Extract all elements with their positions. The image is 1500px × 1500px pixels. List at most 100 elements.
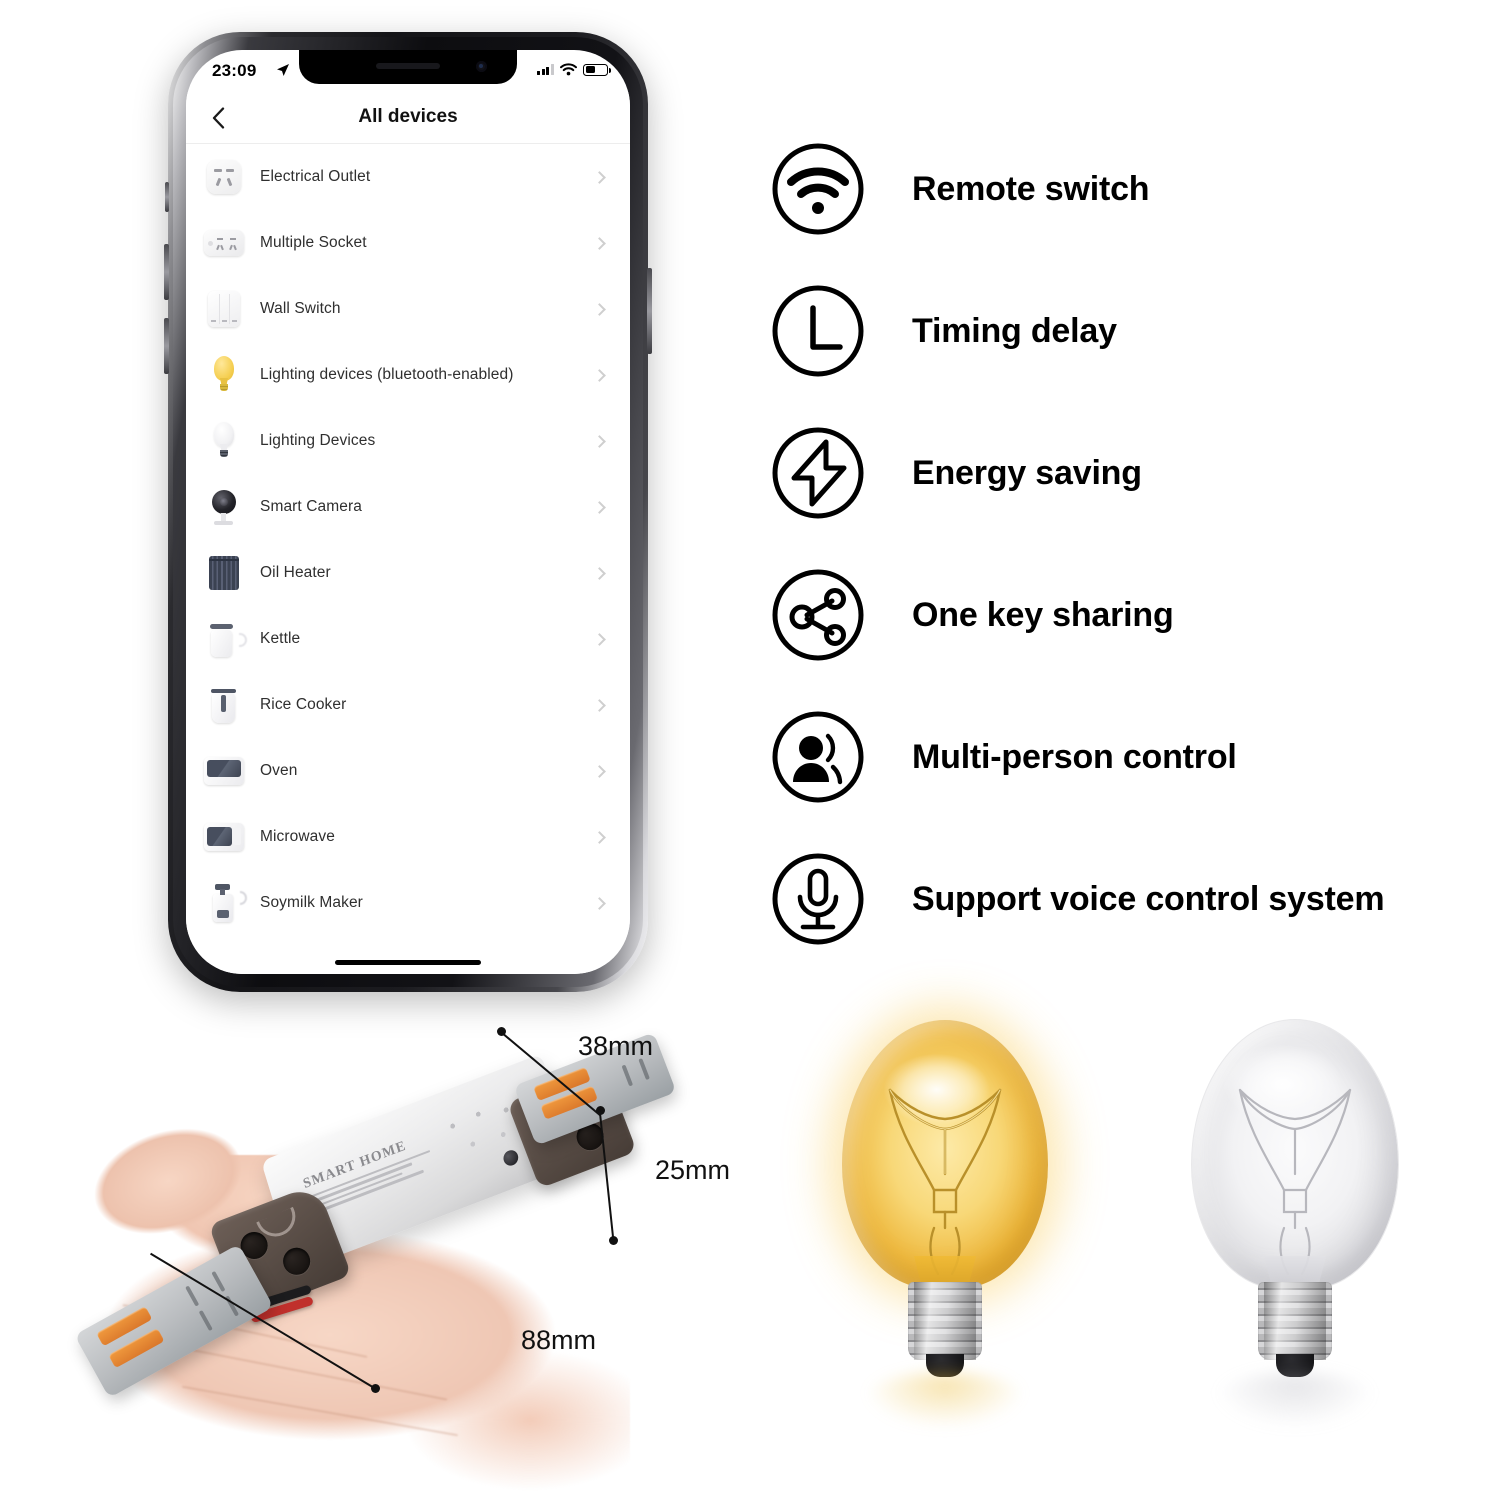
list-item-label: Soymilk Maker — [260, 894, 363, 911]
chevron-right-icon — [593, 236, 606, 250]
list-item[interactable]: Soymilk Maker — [186, 870, 630, 936]
list-item[interactable]: Oil Heater — [186, 540, 630, 606]
bulb-filament — [1192, 1082, 1398, 1282]
multi-person-icon — [770, 709, 866, 805]
list-item-label: Lighting devices (bluetooth-enabled) — [260, 366, 514, 383]
chevron-right-icon — [593, 434, 606, 448]
status-indicators — [536, 63, 611, 76]
bulb-reflection — [864, 1372, 1026, 1428]
chevron-right-icon — [593, 368, 606, 382]
dimension-label: 88mm — [521, 1325, 597, 1355]
feature-label: Timing delay — [912, 311, 1117, 350]
phone-screen: 23:09 All devices Electrical Outlet Mult… — [186, 50, 630, 974]
list-item-label: Microwave — [260, 828, 335, 845]
list-item-label: Smart Camera — [260, 498, 362, 515]
list-item-label: Lighting Devices — [260, 432, 376, 449]
list-item[interactable]: Rice Cooker — [186, 672, 630, 738]
feature-label: One key sharing — [912, 595, 1174, 634]
feature-list: Remote switch Timing delay Energy saving — [770, 118, 1470, 970]
rice-cooker-icon — [202, 683, 246, 727]
bulb-screw-base — [1258, 1282, 1332, 1360]
chevron-right-icon — [593, 302, 606, 316]
share-nodes-icon — [770, 567, 866, 663]
lightbulb-on — [830, 1020, 1060, 1428]
lightbulb-on-icon — [202, 353, 246, 397]
lightning-bolt-icon — [770, 425, 866, 521]
volume-down-button[interactable] — [164, 318, 169, 374]
chevron-right-icon — [593, 632, 606, 646]
list-item[interactable]: Microwave — [186, 804, 630, 870]
product-marketing-page: 23:09 All devices Electrical Outlet Mult… — [0, 0, 1500, 1500]
home-indicator[interactable] — [335, 960, 481, 965]
list-item-label: Wall Switch — [260, 300, 341, 317]
chevron-right-icon — [593, 896, 606, 910]
status-time: 23:09 — [212, 61, 257, 80]
list-item[interactable]: Wall Switch — [186, 276, 630, 342]
chevron-right-icon — [593, 500, 606, 514]
list-item[interactable]: Multiple Socket — [186, 210, 630, 276]
list-item-label: Electrical Outlet — [260, 168, 371, 185]
lightbulb-off — [1180, 1020, 1410, 1428]
feature-item: Multi-person control — [770, 686, 1470, 828]
list-item[interactable]: Smart Camera — [186, 474, 630, 540]
bulb-screw-base — [908, 1282, 982, 1360]
app-nav-bar: All devices — [186, 92, 630, 144]
phone-mockup: 23:09 All devices Electrical Outlet Mult… — [164, 32, 652, 992]
location-arrow-icon — [276, 63, 290, 77]
feature-label: Support voice control system — [912, 879, 1385, 918]
volume-up-button[interactable] — [164, 244, 169, 300]
list-item[interactable]: Oven — [186, 738, 630, 804]
battery-icon — [583, 63, 611, 76]
kettle-icon — [202, 617, 247, 661]
feature-item: Remote switch — [770, 118, 1470, 260]
chevron-right-icon — [593, 170, 606, 184]
feature-label: Multi-person control — [912, 737, 1237, 776]
bulb-reflection — [1214, 1372, 1376, 1428]
lightbulb-off-icon — [202, 419, 246, 463]
list-item[interactable]: Lighting Devices — [186, 408, 630, 474]
power-button[interactable] — [647, 268, 652, 354]
silent-switch[interactable] — [165, 182, 169, 212]
feature-label: Remote switch — [912, 169, 1150, 208]
microwave-icon — [202, 815, 246, 859]
multiple-socket-icon — [202, 221, 246, 265]
wifi-icon — [770, 141, 866, 237]
feature-item: Energy saving — [770, 402, 1470, 544]
list-item[interactable]: Kettle — [186, 606, 630, 672]
list-item-label: Rice Cooker — [260, 696, 347, 713]
microphone-icon — [770, 851, 866, 947]
device-list[interactable]: Electrical Outlet Multiple Socket Wall S… — [186, 144, 630, 974]
dimension-dot — [609, 1236, 618, 1245]
feature-item: One key sharing — [770, 544, 1470, 686]
bulb-comparison — [790, 1010, 1500, 1500]
list-item[interactable]: Lighting devices (bluetooth-enabled) — [186, 342, 630, 408]
oil-heater-icon — [202, 551, 246, 595]
feature-item: Support voice control system — [770, 828, 1470, 970]
product-photo: SMART HOME 38mm 25mm 88mm — [0, 1005, 760, 1500]
wifi-icon — [560, 63, 577, 76]
list-item[interactable]: Electrical Outlet — [186, 144, 630, 210]
chevron-right-icon — [593, 830, 606, 844]
wall-switch-icon — [202, 287, 246, 331]
feature-item: Timing delay — [770, 260, 1470, 402]
dimension-label: 25mm — [655, 1155, 731, 1185]
page-title: All devices — [358, 106, 458, 127]
list-item-label: Oil Heater — [260, 564, 331, 581]
chevron-right-icon — [593, 764, 606, 778]
electrical-outlet-icon — [202, 155, 246, 199]
list-item-label: Kettle — [260, 630, 301, 647]
cellular-signal-icon — [536, 64, 554, 75]
status-led — [501, 1148, 521, 1168]
soymilk-maker-icon — [202, 881, 247, 925]
chevron-right-icon — [593, 566, 606, 580]
clock-icon — [770, 283, 866, 379]
bulb-filament — [842, 1082, 1048, 1282]
front-camera-icon — [476, 61, 487, 72]
phone-notch — [299, 50, 517, 84]
oven-icon — [202, 749, 246, 793]
dimension-label: 38mm — [578, 1031, 654, 1061]
list-item-label: Multiple Socket — [260, 234, 367, 251]
smart-camera-icon — [202, 485, 246, 529]
feature-label: Energy saving — [912, 453, 1142, 492]
chevron-right-icon — [593, 698, 606, 712]
